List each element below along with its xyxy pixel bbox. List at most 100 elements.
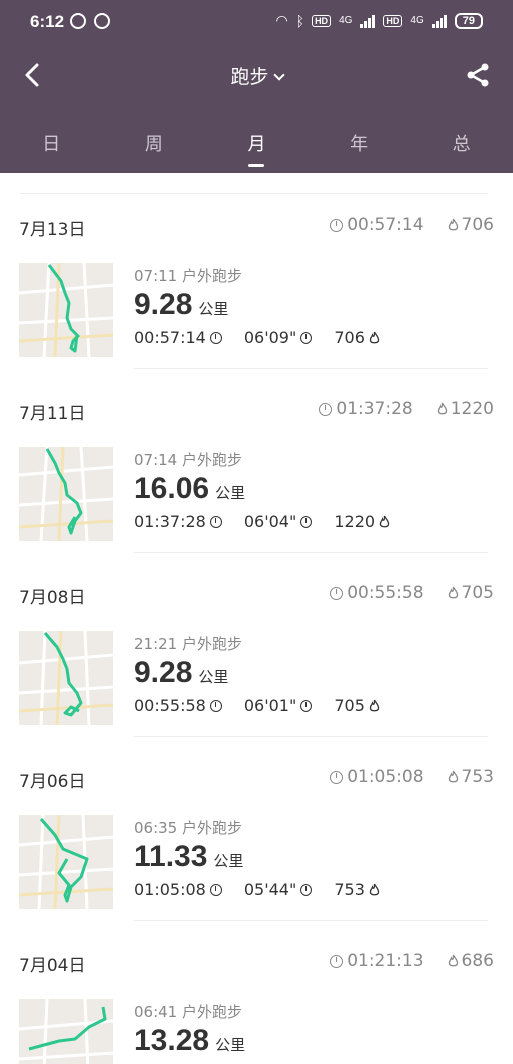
network-label: 4G	[339, 15, 353, 26]
route-map-thumbnail[interactable]	[19, 631, 113, 725]
pace-icon	[300, 883, 313, 896]
signal-icon-2	[431, 14, 447, 28]
day-date: 7月04日	[19, 956, 86, 976]
tab-month[interactable]: 月	[205, 118, 308, 173]
workout-duration: 01:37:28	[134, 512, 206, 531]
hd-badge-2: HD	[383, 14, 403, 27]
hd-badge: HD	[312, 14, 332, 27]
workout-time-type: 07:14 户外跑步	[134, 451, 243, 469]
route-map-thumbnail[interactable]	[19, 263, 113, 357]
nav-bar: 跑步	[0, 50, 513, 100]
wifi-icon: ◠	[275, 12, 288, 28]
day-section: 7月04日 01:21:13 686 06:41 户外跑步 13.28 公里	[0, 909, 513, 1064]
network-label-2: 4G	[410, 15, 424, 26]
day-total-time: 00:55:58	[347, 583, 424, 603]
day-date: 7月06日	[19, 772, 86, 792]
workout-stats: 00:57:14 06'09" 706	[134, 328, 405, 347]
day-total-calories: 706	[461, 215, 494, 235]
day-total-time: 00:57:14	[347, 215, 424, 235]
workout-time-type: 06:41 户外跑步	[134, 1003, 243, 1021]
status-icons: ◠ ᛒ HD 4G HD 4G 79	[275, 12, 483, 29]
workout-distance: 9.28 公里	[134, 288, 229, 321]
pace-icon	[300, 699, 313, 712]
workout-pace: 06'01"	[243, 696, 297, 715]
battery-icon: 79	[454, 12, 483, 29]
clock-icon	[319, 402, 333, 416]
workout-duration: 00:55:58	[134, 696, 206, 715]
workout-stats: 01:05:08 05'44" 753	[134, 880, 405, 899]
workout-pace: 06'09"	[243, 328, 297, 347]
duration-icon	[209, 331, 222, 344]
workout-detail[interactable]: 07:11 户外跑步 9.28 公里 00:57:14 06'09" 706	[134, 265, 405, 347]
workout-distance: 11.33 公里	[134, 840, 244, 873]
flame-icon	[448, 770, 458, 783]
day-section: 7月13日 00:57:14 706 07:11 户外跑步 9.28 公里 00:…	[0, 173, 513, 369]
day-summary: 01:37:28 1220	[295, 399, 494, 419]
bluetooth-icon: ᛒ	[295, 12, 305, 29]
tab-total[interactable]: 总	[410, 118, 513, 173]
workout-stats: 00:55:58 06'01" 705	[134, 696, 405, 715]
workout-distance: 9.28 公里	[134, 656, 229, 689]
workout-detail[interactable]: 06:41 户外跑步 13.28 公里	[134, 1001, 245, 1058]
route-map-thumbnail[interactable]	[19, 815, 113, 909]
workout-duration: 00:57:14	[134, 328, 206, 347]
clock-icon	[330, 770, 344, 784]
flame-icon	[379, 515, 390, 527]
chevron-down-icon	[272, 69, 285, 81]
alarm-clock-icon	[94, 13, 110, 29]
day-summary: 01:05:08 753	[306, 767, 494, 787]
workout-detail[interactable]: 21:21 户外跑步 9.28 公里 00:55:58 06'01" 705	[134, 633, 405, 715]
pace-icon	[300, 331, 313, 344]
workout-list: 7月13日 00:57:14 706 07:11 户外跑步 9.28 公里 00:…	[0, 173, 513, 1064]
workout-stats: 01:37:28 06'04" 1220	[134, 512, 415, 531]
day-summary: 01:21:13 686	[306, 951, 494, 971]
alarm-icon	[70, 13, 86, 29]
tab-week[interactable]: 周	[103, 118, 206, 173]
workout-time-type: 06:35 户外跑步	[134, 819, 243, 837]
clock-icon	[330, 586, 344, 600]
day-date: 7月08日	[19, 588, 86, 608]
workout-distance: 13.28 公里	[134, 1024, 246, 1057]
share-icon[interactable]	[465, 62, 491, 88]
tab-year[interactable]: 年	[308, 118, 411, 173]
flame-icon	[448, 218, 458, 231]
sport-type-selector[interactable]: 跑步	[0, 62, 513, 89]
flame-icon	[437, 402, 447, 415]
status-bar: 6:12 ◠ ᛒ HD 4G HD 4G 79	[0, 0, 513, 42]
workout-calories: 1220	[334, 512, 376, 531]
route-map-thumbnail[interactable]	[19, 447, 113, 541]
workout-duration: 01:05:08	[134, 880, 206, 899]
status-time: 6:12	[30, 12, 65, 31]
flame-icon	[448, 954, 458, 967]
day-date: 7月13日	[19, 220, 86, 240]
workout-detail[interactable]: 07:14 户外跑步 16.06 公里 01:37:28 06'04" 1220	[134, 449, 415, 531]
workout-calories: 705	[334, 696, 365, 715]
workout-time-type: 07:11 户外跑步	[134, 267, 243, 285]
flame-icon	[369, 699, 380, 711]
clock-icon	[330, 954, 344, 968]
signal-icon	[360, 14, 376, 28]
day-total-calories: 1220	[450, 399, 494, 419]
flame-icon	[369, 331, 380, 343]
workout-detail[interactable]: 06:35 户外跑步 11.33 公里 01:05:08 05'44" 753	[134, 817, 405, 899]
day-total-calories: 705	[461, 583, 494, 603]
duration-icon	[209, 515, 222, 528]
day-total-time: 01:37:28	[336, 399, 413, 419]
day-total-calories: 686	[461, 951, 494, 971]
workout-distance: 16.06 公里	[134, 472, 246, 505]
tab-day[interactable]: 日	[0, 118, 103, 173]
pace-icon	[300, 515, 313, 528]
route-map-thumbnail[interactable]	[19, 999, 113, 1064]
duration-icon	[209, 883, 222, 896]
app-header: 6:12 ◠ ᛒ HD 4G HD 4G 79 跑步 日 周 月 年 总	[0, 0, 513, 173]
day-total-time: 01:05:08	[347, 767, 424, 787]
day-section: 7月06日 01:05:08 753 06:35 户外跑步 11.33 公里 01…	[0, 725, 513, 921]
day-section: 7月08日 00:55:58 705 21:21 户外跑步 9.28 公里 00:…	[0, 541, 513, 737]
clock-icon	[330, 218, 344, 232]
workout-calories: 706	[334, 328, 365, 347]
flame-icon	[369, 883, 380, 895]
duration-icon	[209, 699, 222, 712]
workout-pace: 05'44"	[243, 880, 297, 899]
day-total-calories: 753	[461, 767, 494, 787]
period-tabs: 日 周 月 年 总	[0, 118, 513, 173]
